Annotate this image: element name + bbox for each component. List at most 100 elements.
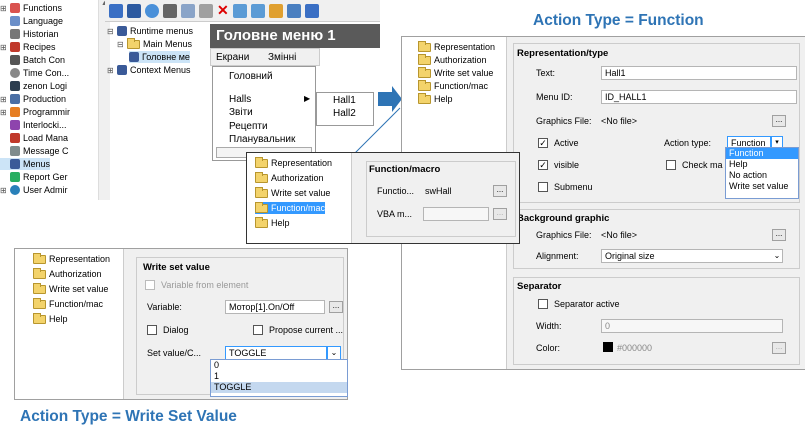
fp-tree-representation[interactable]: Representation bbox=[255, 156, 332, 169]
folder-icon bbox=[33, 312, 46, 324]
color-browse-button[interactable]: ... bbox=[772, 342, 786, 354]
fp-tree-write-set-value[interactable]: Write set value bbox=[255, 186, 330, 199]
variable-browse-button[interactable]: ... bbox=[329, 301, 343, 313]
function-panel: Representation Authorization Write set v… bbox=[246, 152, 520, 244]
representation-title: Representation/type bbox=[517, 48, 609, 59]
vba-label: VBA m... bbox=[377, 209, 413, 219]
bg-graphics-file-browse-button[interactable]: ... bbox=[772, 229, 786, 241]
folder-icon bbox=[33, 282, 46, 294]
wp-tree-function[interactable]: Function/mac bbox=[33, 297, 103, 310]
folder-icon bbox=[33, 267, 46, 279]
text-input[interactable]: Hall1 bbox=[601, 66, 797, 80]
folder-icon bbox=[418, 66, 431, 78]
folder-icon bbox=[255, 171, 268, 183]
folder-icon bbox=[33, 297, 46, 309]
function-label: Functio... bbox=[377, 186, 415, 196]
graphics-file-label: Graphics File: bbox=[536, 116, 592, 126]
color-swatch[interactable] bbox=[603, 342, 613, 352]
vba-browse-button[interactable]: ... bbox=[493, 208, 507, 220]
folder-icon bbox=[255, 186, 268, 198]
background-title: Background graphic bbox=[517, 213, 610, 224]
folder-icon bbox=[255, 216, 268, 228]
separator-active-checkbox[interactable] bbox=[538, 299, 548, 309]
alignment-chevron-icon[interactable]: ⌄ bbox=[771, 249, 783, 263]
vba-input[interactable] bbox=[423, 207, 489, 221]
caption-function: Action Type = Function bbox=[533, 12, 704, 29]
caption-write-set-value: Action Type = Write Set Value bbox=[20, 408, 237, 425]
active-label: Active bbox=[554, 138, 579, 148]
action-option-help[interactable]: Help bbox=[726, 159, 798, 170]
submenu-checkbox[interactable] bbox=[538, 182, 548, 192]
folder-icon bbox=[418, 53, 431, 65]
prop-tree-write-set-value[interactable]: Write set value bbox=[418, 66, 493, 79]
check-mark-label: Check ma bbox=[682, 160, 723, 170]
width-label: Width: bbox=[536, 321, 562, 331]
fp-tree-authorization[interactable]: Authorization bbox=[255, 171, 324, 184]
action-option-function[interactable]: Function bbox=[726, 148, 798, 159]
folder-icon bbox=[33, 252, 46, 264]
write-title: Write set value bbox=[143, 262, 210, 273]
graphics-file-value: <No file> bbox=[601, 116, 638, 126]
action-option-no-action[interactable]: No action bbox=[726, 170, 798, 181]
alignment-label: Alignment: bbox=[536, 251, 579, 261]
prop-tree-function[interactable]: Function/mac bbox=[418, 79, 488, 92]
prop-tree-representation[interactable]: Representation bbox=[418, 40, 495, 53]
separator-active-label: Separator active bbox=[554, 299, 620, 309]
fp-tree-help[interactable]: Help bbox=[255, 216, 290, 229]
submenu-label: Submenu bbox=[554, 182, 593, 192]
propose-current-checkbox[interactable] bbox=[253, 325, 263, 335]
menu-id-label: Menu ID: bbox=[536, 92, 573, 102]
prop-content: Representation/type Text: Hall1 Menu ID:… bbox=[506, 37, 805, 369]
set-value-option-1[interactable]: 1 bbox=[211, 371, 347, 382]
set-value-option-toggle[interactable]: TOGGLE bbox=[211, 382, 347, 393]
function-value: swHall bbox=[425, 186, 452, 196]
wp-tree-help[interactable]: Help bbox=[33, 312, 68, 325]
separator-title: Separator bbox=[517, 281, 562, 292]
dialog-label: Dialog bbox=[163, 325, 189, 335]
folder-icon bbox=[418, 92, 431, 104]
folder-icon bbox=[255, 201, 268, 213]
width-input[interactable]: 0 bbox=[601, 319, 783, 333]
folder-icon bbox=[255, 156, 268, 168]
prop-tree-authorization[interactable]: Authorization bbox=[418, 53, 487, 66]
var-from-element-label: Variable from element bbox=[161, 280, 249, 290]
bg-graphics-file-value: <No file> bbox=[601, 230, 638, 240]
folder-icon bbox=[418, 79, 431, 91]
action-type-options: Function Help No action Write set value bbox=[725, 147, 799, 199]
function-group: Function/macro Functio... swHall ... VBA… bbox=[366, 161, 516, 237]
variable-label: Variable: bbox=[147, 302, 182, 312]
set-value-option-0[interactable]: 0 bbox=[211, 360, 347, 371]
text-label: Text: bbox=[536, 68, 556, 78]
set-value-chevron-icon[interactable]: ⌄ bbox=[327, 346, 341, 360]
group-separator: Separator Separator active Width: 0 Colo… bbox=[513, 277, 800, 365]
propose-current-label: Propose current ... bbox=[269, 325, 344, 335]
big-arrow bbox=[378, 86, 402, 112]
wp-tree-representation[interactable]: Representation bbox=[33, 252, 110, 265]
fp-tree-function[interactable]: Function/mac bbox=[255, 201, 326, 214]
folder-icon bbox=[418, 40, 431, 52]
action-option-write-set-value[interactable]: Write set value bbox=[726, 181, 798, 192]
active-checkbox[interactable]: ✓ bbox=[538, 138, 548, 148]
function-title: Function/macro bbox=[369, 164, 441, 175]
visible-label: visible bbox=[554, 160, 580, 170]
variable-input[interactable]: Мотор[1].On/Off bbox=[225, 300, 325, 314]
menu-id-input[interactable]: ID_HALL1 bbox=[601, 90, 797, 104]
graphics-file-browse-button[interactable]: ... bbox=[772, 115, 786, 127]
var-from-element-checkbox[interactable] bbox=[145, 280, 155, 290]
wp-tree-write-set-value[interactable]: Write set value bbox=[33, 282, 108, 295]
color-value: #000000 bbox=[617, 343, 653, 353]
set-value-options: 0 1 TOGGLE bbox=[210, 359, 348, 397]
visible-checkbox[interactable]: ✓ bbox=[538, 160, 548, 170]
set-value-select[interactable]: TOGGLE bbox=[225, 346, 327, 360]
function-browse-button[interactable]: ... bbox=[493, 185, 507, 197]
dialog-checkbox[interactable] bbox=[147, 325, 157, 335]
check-mark-checkbox[interactable] bbox=[666, 160, 676, 170]
wp-tree-authorization[interactable]: Authorization bbox=[33, 267, 102, 280]
function-panel-content: Function/macro Functio... swHall ... VBA… bbox=[351, 153, 519, 243]
action-type-label: Action type: bbox=[664, 138, 712, 148]
set-value-label: Set value/C... bbox=[147, 348, 202, 358]
group-background: Background graphic Graphics File: <No fi… bbox=[513, 209, 800, 269]
bg-graphics-file-label: Graphics File: bbox=[536, 230, 592, 240]
alignment-select[interactable]: Original size bbox=[601, 249, 783, 263]
prop-tree-help[interactable]: Help bbox=[418, 92, 453, 105]
